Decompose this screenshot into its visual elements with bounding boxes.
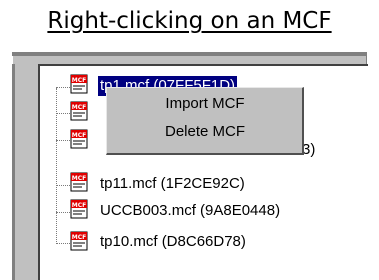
mcf-file-icon: MCF (70, 101, 88, 121)
svg-text:MCF: MCF (72, 175, 86, 182)
mcf-file-icon: MCF (70, 129, 88, 149)
mcf-file-icon: MCF (70, 74, 88, 94)
tree-branch-line (56, 113, 70, 114)
mcf-file-icon: MCF (70, 199, 88, 219)
tree-branch-line (56, 243, 70, 244)
context-menu: Import MCF Delete MCF (106, 87, 304, 155)
page-caption: Right-clicking on an MCF (47, 8, 332, 34)
mcf-file-icon: MCF (70, 172, 88, 192)
svg-text:MCF: MCF (72, 234, 86, 241)
tree-branch-line (56, 140, 70, 141)
tree-item-label[interactable]: tp11.mcf (1F2CE92C) (98, 174, 247, 194)
tree-branch-line (56, 212, 70, 213)
svg-text:MCF: MCF (72, 132, 86, 139)
mcf-file-icon: MCF (70, 231, 88, 251)
svg-text:MCF: MCF (72, 77, 86, 84)
menu-item-import-mcf[interactable]: Import MCF (107, 94, 303, 114)
tree-item-label[interactable]: UCCB003.mcf (9A8E0448) (98, 201, 282, 221)
window-left-border (12, 64, 15, 280)
tree-branch-line (56, 185, 70, 186)
menu-item-delete-mcf[interactable]: Delete MCF (107, 122, 303, 142)
tree-connector-line (56, 88, 57, 244)
svg-text:MCF: MCF (72, 202, 86, 209)
svg-text:MCF: MCF (72, 104, 86, 111)
tree-item-label[interactable]: tp10.mcf (D8C66D78) (98, 232, 248, 252)
tree-branch-line (56, 87, 70, 88)
window-top-border (12, 52, 367, 56)
